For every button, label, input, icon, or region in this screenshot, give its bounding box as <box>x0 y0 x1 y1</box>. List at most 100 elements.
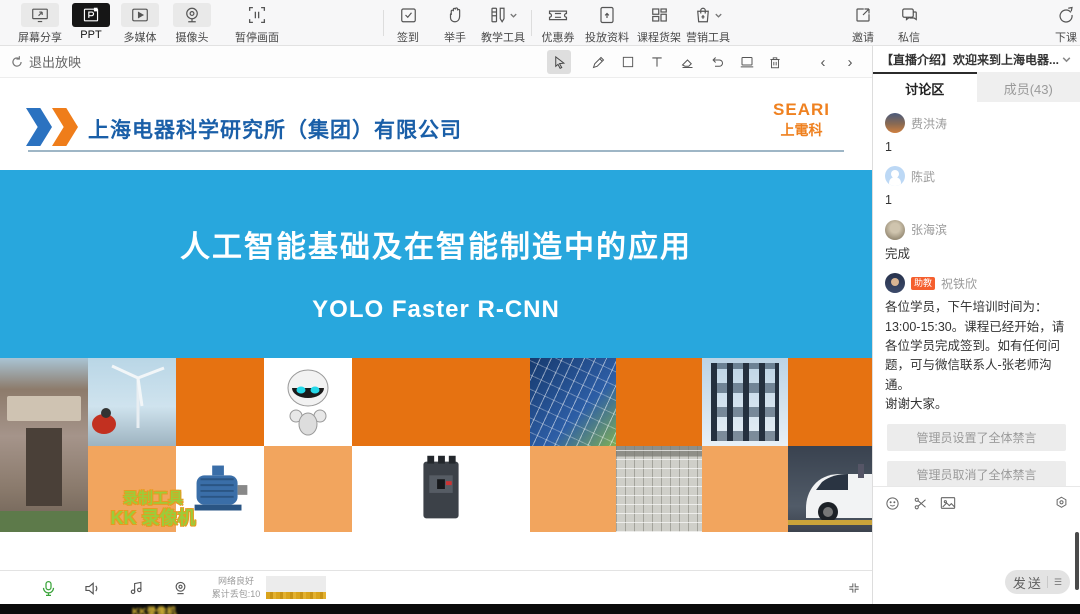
chat-message-list[interactable]: 费洪涛 1 陈武 1 张海滨 完成 <box>873 103 1080 486</box>
packet-loss-text: 累计丢包:10 <box>210 588 262 601</box>
sender-name: 祝铁欣 <box>941 275 977 292</box>
mosaic-tile-orange-light <box>264 446 352 532</box>
mosaic-tile-orange <box>788 358 874 446</box>
send-button-divider <box>1047 576 1048 588</box>
mosaic-tile-robot-photo <box>264 358 352 446</box>
avatar <box>885 273 905 293</box>
sidebar-scrollbar[interactable] <box>1075 532 1079 590</box>
whiteboard-tool[interactable] <box>735 50 759 74</box>
tab-discussion[interactable]: 讨论区 <box>873 72 977 102</box>
mosaic-tile-solar-panels-photo <box>530 358 616 446</box>
network-status-text: 网络良好 <box>210 575 262 588</box>
annotation-toolbar: 退出放映 ‹ › <box>0 46 872 78</box>
sender-name: 陈武 <box>911 168 935 185</box>
undo-tool[interactable] <box>705 50 729 74</box>
scissors-icon <box>913 496 928 511</box>
camera-icon <box>173 3 211 27</box>
status-bar: 网络良好 累计丢包:10 <box>0 570 872 604</box>
tab-members[interactable]: 成员(43) <box>977 72 1080 102</box>
teaching-tools-label: 教学工具 <box>481 29 525 45</box>
rectangle-tool[interactable] <box>616 50 640 74</box>
marketing-tools-icon <box>689 3 727 27</box>
emoji-icon <box>885 496 900 511</box>
mosaic-tile-orange-light <box>702 446 788 532</box>
end-class-label: 下课 <box>1055 29 1077 45</box>
marketing-tools-button[interactable]: 营销工具 <box>670 3 746 45</box>
live-intro-title: 【直播介绍】欢迎来到上海电器... <box>881 51 1061 68</box>
pause-frame-icon <box>238 3 276 27</box>
microphone-icon <box>41 580 56 597</box>
system-message: 管理员取消了全体禁言 <box>887 461 1066 486</box>
speaker-icon <box>84 581 101 596</box>
teaching-tools-icon <box>484 3 522 27</box>
direct-message-button[interactable]: 私信 <box>871 3 947 45</box>
screenshot-button[interactable] <box>911 494 929 512</box>
microphone-button[interactable] <box>38 578 58 598</box>
chat-message: 张海滨 完成 <box>885 220 1068 264</box>
message-text: 各位学员，下午培训时间为：13:00-15:30。课程已经开始，请各位学员完成签… <box>885 298 1068 414</box>
background-music-button[interactable] <box>126 578 146 598</box>
cursor-icon <box>552 55 567 70</box>
direct-message-icon <box>890 3 928 27</box>
exit-presentation-button[interactable]: 退出放映 <box>10 52 81 71</box>
mosaic-tile-test-equipment-photo <box>702 358 788 446</box>
raise-hand-label: 举手 <box>444 29 466 45</box>
previous-slide-button[interactable]: ‹ <box>811 50 835 74</box>
slide-header-rule <box>28 150 844 152</box>
top-toolbar: 屏幕分享 PPT 多媒体 摄像头 暂停画面 <box>0 0 1080 46</box>
collapse-toolbar-button[interactable] <box>844 578 864 598</box>
chevron-down-icon <box>509 11 518 20</box>
exit-presentation-icon <box>10 55 24 69</box>
text-icon <box>650 55 664 69</box>
slide-chevron-orange <box>52 108 78 146</box>
chevron-left-icon: ‹ <box>821 55 826 70</box>
next-slide-button[interactable]: › <box>838 50 862 74</box>
clear-annotations-tool[interactable] <box>763 50 787 74</box>
slide-title-banner: 人工智能基础及在智能制造中的应用 YOLO Faster R-CNN <box>0 170 872 358</box>
text-tool[interactable] <box>645 50 669 74</box>
seari-logo-chinese: 上電科 <box>773 120 830 140</box>
send-button[interactable]: 发送 ☰ <box>1005 570 1070 594</box>
exit-presentation-label: 退出放映 <box>29 52 81 71</box>
mosaic-tile-orange <box>352 358 530 446</box>
mosaic-tile-electric-car-photo <box>788 446 874 532</box>
sender-name: 张海滨 <box>911 221 947 238</box>
eraser-tool[interactable] <box>675 50 699 74</box>
network-graph-bars <box>266 592 326 599</box>
avatar <box>885 113 905 133</box>
mosaic-tile-wind-turbine-photo <box>88 358 176 446</box>
speaker-button[interactable] <box>82 578 102 598</box>
music-note-icon <box>129 580 144 596</box>
emoji-button[interactable] <box>883 494 901 512</box>
message-text: 1 <box>885 191 1068 210</box>
recorder-watermark-line2: KK 录像机 <box>58 508 248 530</box>
trash-icon <box>768 55 782 70</box>
mosaic-tile-orange <box>616 358 702 446</box>
select-cursor-tool[interactable] <box>547 50 571 74</box>
chat-message: 费洪涛 1 <box>885 113 1068 157</box>
whiteboard-icon <box>739 55 755 70</box>
chevron-right-icon: › <box>848 55 853 70</box>
webcam-button[interactable] <box>170 578 190 598</box>
live-intro-bar[interactable]: 【直播介绍】欢迎来到上海电器... <box>873 46 1080 72</box>
sign-in-label: 签到 <box>397 29 419 45</box>
gear-icon <box>1054 496 1069 511</box>
slide-title: 人工智能基础及在智能制造中的应用 <box>0 222 872 266</box>
camera-label: 摄像头 <box>176 29 209 45</box>
mosaic-tile-anechoic-chamber-photo <box>616 446 702 532</box>
marketing-tools-label: 营销工具 <box>686 29 730 45</box>
chat-settings-button[interactable] <box>1052 494 1070 512</box>
image-icon <box>940 496 956 510</box>
chat-input[interactable] <box>879 519 1074 567</box>
system-message: 管理员设置了全体禁言 <box>887 424 1066 451</box>
live-class-window: 屏幕分享 PPT 多媒体 摄像头 暂停画面 <box>0 0 1080 614</box>
image-upload-button[interactable] <box>939 494 957 512</box>
recorder-watermark-line1: 录制工具 <box>58 490 248 508</box>
mosaic-tile-orange-light <box>530 446 616 532</box>
mosaic-tile-orange <box>176 358 264 446</box>
pause-frame-button[interactable]: 暂停画面 <box>219 3 295 45</box>
end-class-button[interactable]: 下课 <box>1028 3 1080 45</box>
avatar <box>885 166 905 186</box>
pen-icon <box>591 55 606 70</box>
pen-tool[interactable] <box>586 50 610 74</box>
